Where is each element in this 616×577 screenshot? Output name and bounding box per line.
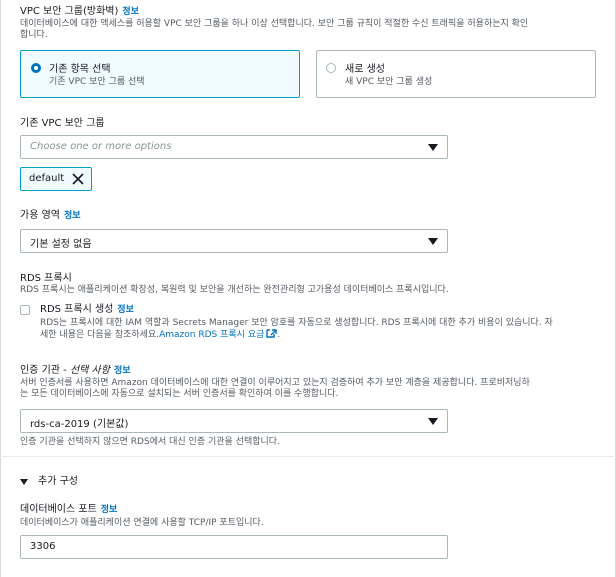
additional-config-section: 추가 구성 데이터베이스 포트 정보 데이터베이스가 애플리케이션 연결에 사용할… bbox=[0, 456, 616, 577]
ca-select[interactable]: rds-ca-2019 (기본값) bbox=[20, 409, 448, 433]
az-select[interactable]: 기본 설정 없음 bbox=[20, 229, 448, 253]
chevron-down-icon bbox=[428, 238, 438, 245]
ca-description: 서버 인증서를 사용하면 Amazon 데이터베이스에 대한 연결이 이루어지고… bbox=[20, 378, 610, 400]
create-proxy-description: RDS는 프록시에 대한 IAM 역할과 Secrets Manager 보안 … bbox=[40, 318, 610, 341]
option-new-title: 새로 생성 bbox=[345, 64, 385, 75]
create-proxy-desc-line1: RDS는 프록시에 대한 IAM 역할과 Secrets Manager 보안 … bbox=[40, 318, 553, 328]
create-proxy-desc-period: . bbox=[277, 330, 281, 340]
proxy-pricing-link[interactable]: Amazon RDS 프록시 요금 bbox=[159, 330, 264, 340]
option-new-subtitle: 새 VPC 보안 그룹 생성 bbox=[345, 77, 433, 87]
ca-note: 인증 기관을 선택하지 않으면 RDS에서 대신 인증 기관을 선택합니다. bbox=[20, 437, 280, 447]
port-label: 데이터베이스 포트 bbox=[20, 504, 97, 515]
section-border-left bbox=[0, 0, 1, 456]
create-proxy-label[interactable]: RDS 프록시 생성 bbox=[40, 304, 113, 315]
az-selected-value: 기본 설정 없음 bbox=[30, 239, 92, 250]
ca-heading: 인증 기관 - 선택 사항 정보 bbox=[20, 364, 131, 378]
additional-config-header: 추가 구성 bbox=[38, 476, 78, 487]
connectivity-section: VPC 보안 그룹(방화벽) 정보 데이터베이스에 대한 액세스를 허용할 VPC… bbox=[0, 0, 616, 456]
external-link-icon[interactable] bbox=[266, 329, 278, 338]
ca-desc-line1: 서버 인증서를 사용하면 Amazon 데이터베이스에 대한 연결이 이루어지고… bbox=[20, 378, 530, 388]
sg-token-label: default bbox=[29, 173, 65, 184]
existing-sg-placeholder: Choose one or more options bbox=[30, 141, 172, 152]
additional-config-toggle[interactable]: 추가 구성 bbox=[20, 475, 140, 489]
chevron-down-icon bbox=[428, 418, 438, 425]
port-description: 데이터베이스가 애플리케이션 연결에 사용할 TCP/IP 포트입니다. bbox=[20, 518, 264, 528]
az-info-link[interactable]: 정보 bbox=[64, 211, 81, 221]
ca-selected-value: rds-ca-2019 (기본값) bbox=[30, 419, 129, 430]
caret-down-icon bbox=[20, 479, 28, 485]
az-label: 가용 영역 bbox=[20, 210, 60, 221]
ca-info-link[interactable]: 정보 bbox=[114, 366, 131, 376]
port-value: 3306 bbox=[30, 541, 56, 552]
radio-choose-existing[interactable] bbox=[31, 63, 41, 73]
proxy-description: RDS 프록시는 애플리케이션 확장성, 복원력 및 보안을 개선하는 완전관리… bbox=[20, 285, 449, 295]
port-input[interactable]: 3306 bbox=[20, 535, 448, 559]
existing-sg-multiselect[interactable]: Choose one or more options bbox=[20, 135, 448, 159]
vpc-sg-desc-line1: 데이터베이스에 대한 액세스를 허용할 VPC 보안 그룹을 하나 이상 선택합… bbox=[20, 19, 529, 29]
port-heading: 데이터베이스 포트 정보 bbox=[20, 503, 117, 517]
sg-token-default: default bbox=[20, 167, 92, 191]
port-info-link[interactable]: 정보 bbox=[101, 505, 118, 515]
az-heading: 가용 영역 정보 bbox=[20, 209, 81, 223]
create-proxy-desc-line2: 세한 내용은 다음을 참조하세요.Amazon RDS 프록시 요금. bbox=[40, 329, 610, 341]
proxy-label: RDS 프록시 bbox=[20, 273, 72, 284]
create-proxy-desc-line2-text: 세한 내용은 다음을 참조하세요. bbox=[40, 330, 160, 340]
option-choose-existing[interactable]: 기존 항목 선택 기존 VPC 보안 그룹 선택 bbox=[20, 50, 300, 98]
vpc-sg-info-link[interactable]: 정보 bbox=[122, 7, 139, 17]
proxy-info-link[interactable]: 정보 bbox=[117, 305, 134, 315]
existing-sg-label: 기존 VPC 보안 그룹 bbox=[20, 118, 105, 129]
option-existing-title: 기존 항목 선택 bbox=[49, 64, 111, 75]
option-existing-subtitle: 기존 VPC 보안 그룹 선택 bbox=[49, 77, 145, 87]
ca-optional-label: 선택 사항 bbox=[69, 365, 110, 376]
vpc-sg-description: 데이터베이스에 대한 액세스를 허용할 VPC 보안 그룹을 하나 이상 선택합… bbox=[20, 19, 610, 41]
ca-label: 인증 기관 - bbox=[20, 365, 70, 376]
section-border-left bbox=[0, 457, 1, 577]
create-proxy-heading: RDS 프록시 생성 정보 bbox=[40, 303, 134, 317]
chevron-down-icon bbox=[428, 144, 438, 151]
vpc-sg-heading: VPC 보안 그룹(방화벽) 정보 bbox=[20, 5, 139, 19]
close-icon[interactable] bbox=[70, 171, 86, 187]
ca-desc-line2: 는 모든 데이터베이스에 자동으로 설치되는 서버 인증서를 확인하여 이를 수… bbox=[20, 389, 339, 399]
radio-create-new[interactable] bbox=[326, 63, 336, 73]
vpc-sg-desc-line2: 합니다. bbox=[20, 30, 48, 40]
option-create-new[interactable]: 새로 생성 새 VPC 보안 그룹 생성 bbox=[316, 50, 596, 98]
vpc-sg-label: VPC 보안 그룹(방화벽) bbox=[20, 6, 119, 17]
create-proxy-checkbox[interactable] bbox=[20, 305, 30, 315]
